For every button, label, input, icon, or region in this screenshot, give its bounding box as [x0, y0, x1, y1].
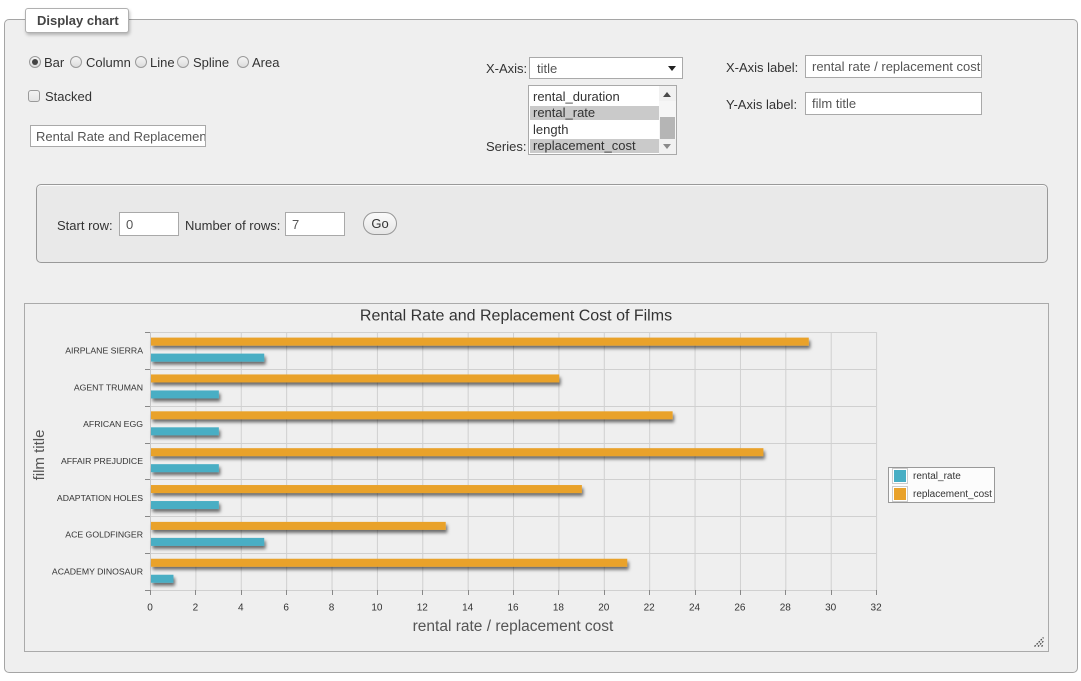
- svg-text:4: 4: [238, 603, 244, 614]
- svg-text:32: 32: [871, 603, 883, 614]
- svg-text:film title: film title: [31, 430, 48, 481]
- svg-text:8: 8: [329, 603, 335, 614]
- svg-text:22: 22: [644, 603, 656, 614]
- svg-text:AFRICAN EGG: AFRICAN EGG: [83, 419, 143, 429]
- svg-text:2: 2: [193, 603, 199, 614]
- svg-text:18: 18: [553, 603, 565, 614]
- svg-text:ACADEMY DINOSAUR: ACADEMY DINOSAUR: [52, 567, 143, 577]
- svg-text:20: 20: [598, 603, 610, 614]
- svg-text:AFFAIR PREJUDICE: AFFAIR PREJUDICE: [61, 456, 143, 466]
- svg-text:28: 28: [780, 603, 792, 614]
- svg-text:replacement_cost: replacement_cost: [913, 489, 992, 500]
- svg-text:rental_rate: rental_rate: [913, 471, 961, 482]
- svg-text:30: 30: [825, 603, 837, 614]
- svg-text:24: 24: [689, 603, 701, 614]
- svg-text:10: 10: [371, 603, 383, 614]
- svg-text:26: 26: [734, 603, 746, 614]
- svg-text:Rental Rate and Replacement Co: Rental Rate and Replacement Cost of Film…: [360, 308, 672, 325]
- svg-text:ADAPTATION HOLES: ADAPTATION HOLES: [57, 493, 143, 503]
- svg-text:6: 6: [283, 603, 289, 614]
- svg-text:16: 16: [507, 603, 519, 614]
- svg-text:0: 0: [147, 603, 153, 614]
- svg-text:AGENT TRUMAN: AGENT TRUMAN: [74, 382, 143, 392]
- svg-text:12: 12: [417, 603, 429, 614]
- svg-text:ACE GOLDFINGER: ACE GOLDFINGER: [65, 530, 143, 540]
- svg-text:14: 14: [462, 603, 474, 614]
- svg-text:AIRPLANE SIERRA: AIRPLANE SIERRA: [65, 345, 143, 355]
- svg-text:rental rate / replacement cost: rental rate / replacement cost: [413, 618, 614, 635]
